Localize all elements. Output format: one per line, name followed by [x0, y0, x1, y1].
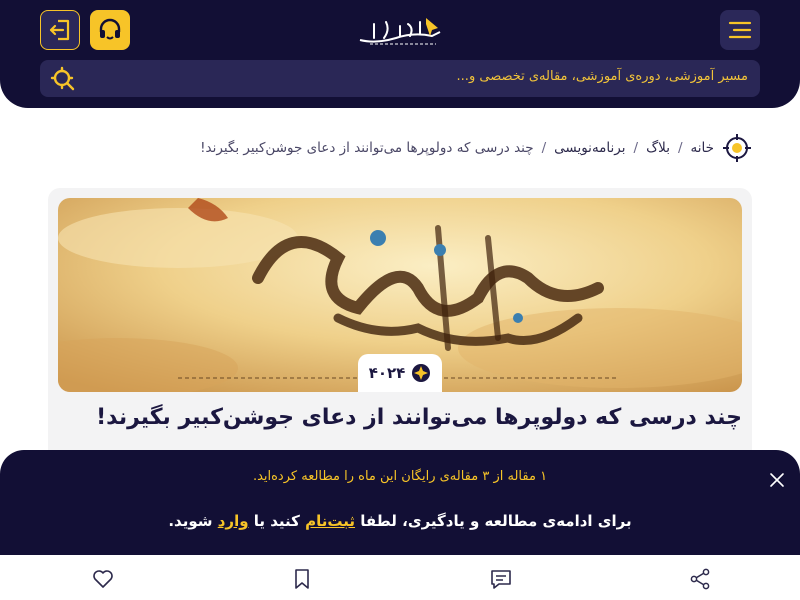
support-button[interactable]	[90, 10, 130, 50]
login-link[interactable]: وارد	[218, 512, 249, 530]
target-icon	[723, 134, 751, 162]
paywall-quota-text: ۱ مقاله از ۳ مقاله‌ی رایگان این ماه را م…	[252, 469, 548, 484]
paywall-banner	[0, 450, 800, 555]
search-input[interactable]: مسیر آموزشی، دوره‌ی آموزشی، مقاله‌ی تخصص…	[457, 69, 748, 84]
breadcrumb-home[interactable]: خانه	[691, 140, 714, 156]
heart-icon[interactable]	[91, 567, 115, 591]
views-count: ۴۰۲۴	[368, 364, 406, 382]
search-bar[interactable]: مسیر آموزشی، دوره‌ی آموزشی، مقاله‌ی تخصص…	[40, 60, 760, 97]
breadcrumb-separator: /	[541, 140, 547, 156]
views-badge: ۴۰۲۴	[358, 354, 442, 392]
headset-icon	[99, 18, 121, 40]
login-icon	[49, 19, 70, 41]
breadcrumb-separator: /	[677, 140, 683, 156]
breadcrumb-programming[interactable]: برنامه‌نویسی	[554, 140, 625, 156]
comment-icon[interactable]	[489, 567, 513, 591]
breadcrumb: خانه / بلاگ / برنامه‌نویسی / چند درسی که…	[200, 133, 752, 163]
paywall-prompt: برای ادامه‌ی مطالعه و یادگیری، لطفا ثبت‌…	[0, 512, 800, 530]
breadcrumb-current: چند درسی که دولوپرها می‌توانند از دعای ج…	[200, 140, 534, 156]
bookmark-icon[interactable]	[290, 567, 314, 591]
paywall-prompt-text: کنید یا	[248, 512, 306, 530]
share-icon[interactable]	[688, 567, 712, 591]
views-icon	[412, 364, 431, 382]
hamburger-icon	[728, 21, 752, 39]
breadcrumb-blog[interactable]: بلاگ	[646, 140, 670, 156]
login-button[interactable]	[40, 10, 80, 50]
bottom-action-bar	[0, 555, 800, 600]
breadcrumb-separator: /	[633, 140, 639, 156]
article-title: چند درسی که دولوپرها می‌توانند از دعای ج…	[96, 405, 742, 430]
search-icon[interactable]	[50, 66, 76, 92]
site-logo[interactable]	[356, 14, 446, 48]
paywall-prompt-text: برای ادامه‌ی مطالعه و یادگیری، لطفا	[355, 512, 632, 530]
signup-link[interactable]: ثبت‌نام	[305, 512, 355, 530]
menu-button[interactable]	[720, 10, 760, 50]
paywall-prompt-text: شوید.	[168, 512, 218, 530]
